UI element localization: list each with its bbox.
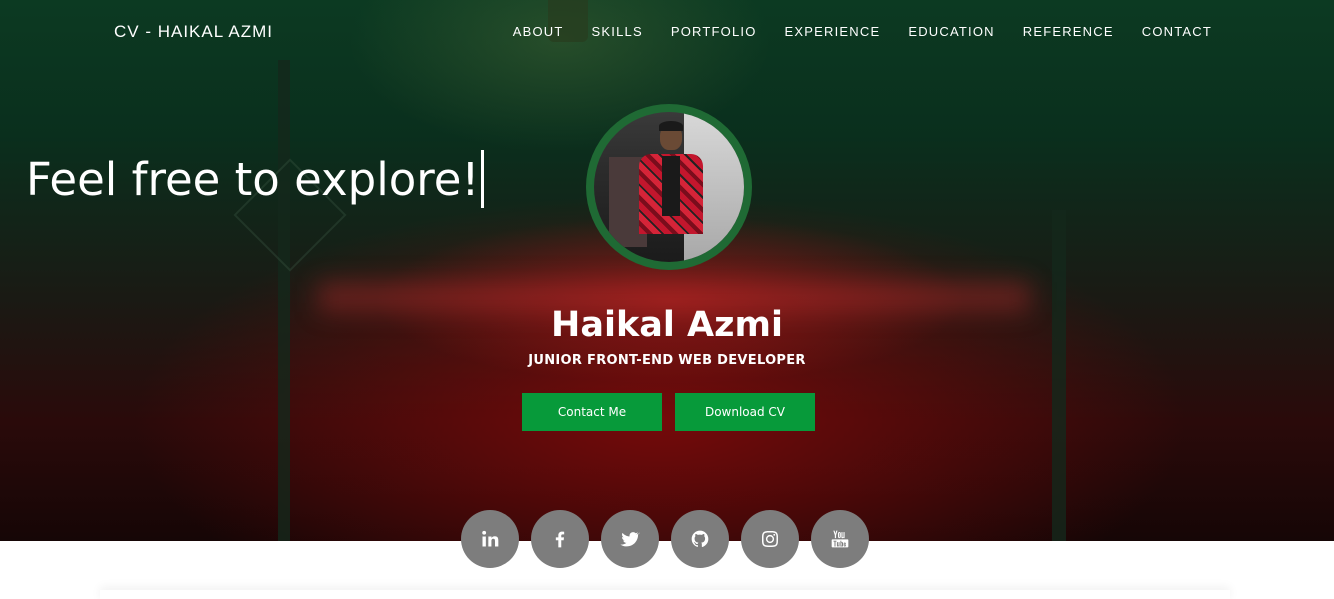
download-cv-button[interactable]: Download CV (675, 393, 815, 431)
profile-name: Haikal Azmi (551, 305, 783, 345)
tagline-text: Feel free to explore! (26, 152, 480, 206)
typing-tagline: Feel free to explore! (26, 150, 485, 208)
nav-link-portfolio[interactable]: PORTFOLIO (671, 24, 757, 39)
linkedin-button[interactable] (461, 510, 519, 568)
section-card-edge (100, 590, 1230, 599)
facebook-icon (555, 531, 565, 548)
nav-link-experience[interactable]: EXPERIENCE (785, 24, 881, 39)
background-pole (1052, 210, 1066, 541)
nav-link-education[interactable]: EDUCATION (908, 24, 994, 39)
social-links (461, 510, 869, 568)
instagram-button[interactable] (741, 510, 799, 568)
nav-link-about[interactable]: ABOUT (513, 24, 564, 39)
nav-link-contact[interactable]: CONTACT (1142, 24, 1212, 39)
typing-cursor (481, 150, 485, 208)
github-button[interactable] (671, 510, 729, 568)
youtube-icon (831, 530, 849, 548)
background-pole (278, 60, 290, 541)
nav-link-reference[interactable]: REFERENCE (1023, 24, 1114, 39)
brand-link[interactable]: CV - HAIKAL AZMI (114, 22, 273, 42)
github-icon (691, 530, 709, 548)
linkedin-icon (482, 530, 499, 547)
twitter-button[interactable] (601, 510, 659, 568)
nav-link-skills[interactable]: SKILLS (592, 24, 643, 39)
top-navbar: CV - HAIKAL AZMI ABOUT SKILLS PORTFOLIO … (0, 0, 1334, 62)
twitter-icon (620, 532, 640, 547)
profile-photo (594, 112, 744, 262)
youtube-button[interactable] (811, 510, 869, 568)
nav-menu: ABOUT SKILLS PORTFOLIO EXPERIENCE EDUCAT… (485, 24, 1212, 39)
profile-avatar (586, 104, 752, 270)
instagram-icon (762, 531, 778, 547)
contact-me-button[interactable]: Contact Me (522, 393, 662, 431)
hero-section: CV - HAIKAL AZMI ABOUT SKILLS PORTFOLIO … (0, 0, 1334, 541)
profile-role: JUNIOR FRONT-END WEB DEVELOPER (528, 353, 806, 368)
facebook-button[interactable] (531, 510, 589, 568)
